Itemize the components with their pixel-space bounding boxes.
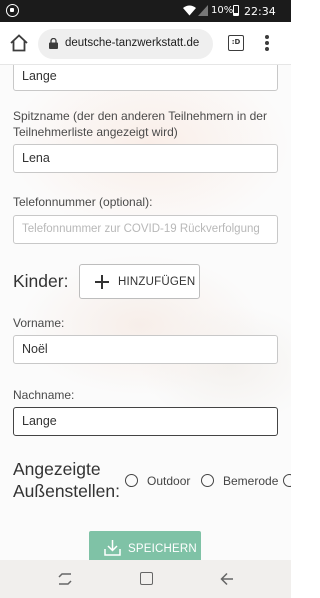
previous-lastname-field[interactable]: Lange (13, 65, 278, 91)
lock-icon (49, 38, 58, 49)
save-button-label: SPEICHERN (128, 543, 197, 555)
lastname-field[interactable]: Lange (13, 407, 278, 436)
address-bar[interactable]: deutsche-tanzwerkstatt.de (38, 29, 213, 59)
firstname-field[interactable]: Noël (13, 335, 278, 364)
venues-label-line1: Angezeigte (13, 459, 101, 479)
more-menu-icon[interactable] (263, 34, 271, 52)
android-navigation-bar (0, 560, 291, 598)
save-button[interactable]: SPEICHERN (89, 531, 201, 560)
url-text: deutsche-tanzwerkstatt.de (65, 37, 200, 49)
recent-apps-icon[interactable] (58, 573, 72, 585)
browser-toolbar: deutsche-tanzwerkstatt.de :D (0, 22, 291, 65)
firstname-label: Vorname: (13, 316, 65, 330)
back-icon[interactable] (220, 572, 234, 586)
venue-label-bemerode: Bemerode (223, 474, 279, 488)
tab-switcher-button[interactable]: :D (228, 35, 244, 51)
download-icon (104, 540, 121, 556)
venue-radio-bemerode[interactable] (201, 474, 214, 487)
home-nav-icon[interactable] (140, 572, 153, 585)
children-label: Kinder: (13, 271, 69, 291)
nickname-field[interactable]: Lena (13, 144, 278, 173)
wifi-icon (183, 5, 196, 16)
registration-form: Lange Spitzname (der den anderen Teilneh… (0, 65, 291, 560)
battery-icon (233, 5, 239, 16)
venue-label-outdoor: Outdoor (147, 474, 191, 488)
whatsapp-notification-icon (6, 4, 19, 17)
phone-field[interactable]: Telefonnummer zur COVID-19 Rückverfolgun… (13, 215, 278, 244)
status-bar: 10% 22:34 (0, 0, 291, 22)
venues-label-line2: Außenstellen: (13, 481, 121, 501)
plus-icon (95, 275, 109, 289)
phone-label: Telefonnummer (optional): (13, 195, 153, 209)
venue-radio-outdoor[interactable] (125, 474, 138, 487)
battery-percentage: 10% (211, 5, 234, 16)
add-child-button-label: HINZUFÜGEN (118, 276, 196, 288)
home-icon[interactable] (8, 32, 30, 54)
add-child-button[interactable]: HINZUFÜGEN (79, 264, 200, 299)
signal-icon (198, 5, 208, 16)
clock: 22:34 (244, 5, 276, 18)
venue-radio-more[interactable] (283, 474, 291, 487)
lastname-label: Nachname: (13, 388, 75, 402)
nickname-label: Spitzname (der den anderen Teilnehmern i… (13, 109, 267, 139)
